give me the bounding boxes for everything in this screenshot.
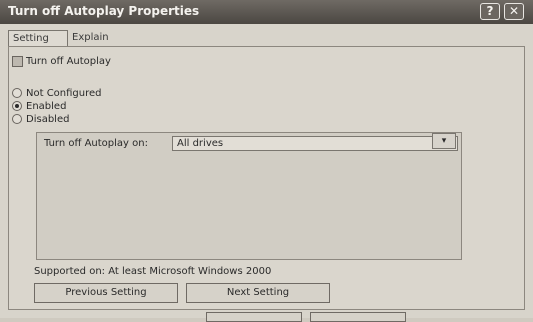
tab-setting[interactable]: Setting [8, 30, 68, 46]
radio-button[interactable] [12, 101, 22, 111]
dropdown-arrow-icon[interactable]: ▾ [432, 133, 456, 149]
help-button[interactable]: ? [480, 3, 500, 20]
radio-enabled[interactable]: Enabled [12, 100, 66, 113]
cancel-button[interactable] [310, 312, 406, 322]
radio-label: Enabled [26, 101, 67, 112]
options-area [36, 132, 462, 260]
ok-button[interactable] [206, 312, 302, 322]
radio-label: Not Configured [26, 88, 102, 99]
close-button[interactable]: ✕ [504, 3, 524, 20]
supported-on-text: Supported on: At least Microsoft Windows… [34, 266, 272, 277]
policy-icon [12, 56, 23, 67]
radio-disabled[interactable]: Disabled [12, 113, 69, 126]
title-bar: Turn off Autoplay Properties ? ✕ [0, 0, 533, 24]
window-title: Turn off Autoplay Properties [8, 4, 200, 18]
tab-explain[interactable]: Explain [68, 30, 126, 46]
radio-button[interactable] [12, 114, 22, 124]
autoplay-drives-label: Turn off Autoplay on: [44, 138, 148, 149]
properties-dialog: Turn off Autoplay Properties ? ✕ Setting… [0, 0, 533, 322]
policy-name: Turn off Autoplay [26, 56, 111, 67]
previous-setting-button[interactable]: Previous Setting [34, 283, 178, 303]
radio-not-configured[interactable]: Not Configured [12, 87, 102, 100]
radio-label: Disabled [26, 114, 70, 125]
next-setting-button[interactable]: Next Setting [186, 283, 330, 303]
radio-button[interactable] [12, 88, 22, 98]
autoplay-drives-select[interactable]: All drives [172, 136, 458, 151]
